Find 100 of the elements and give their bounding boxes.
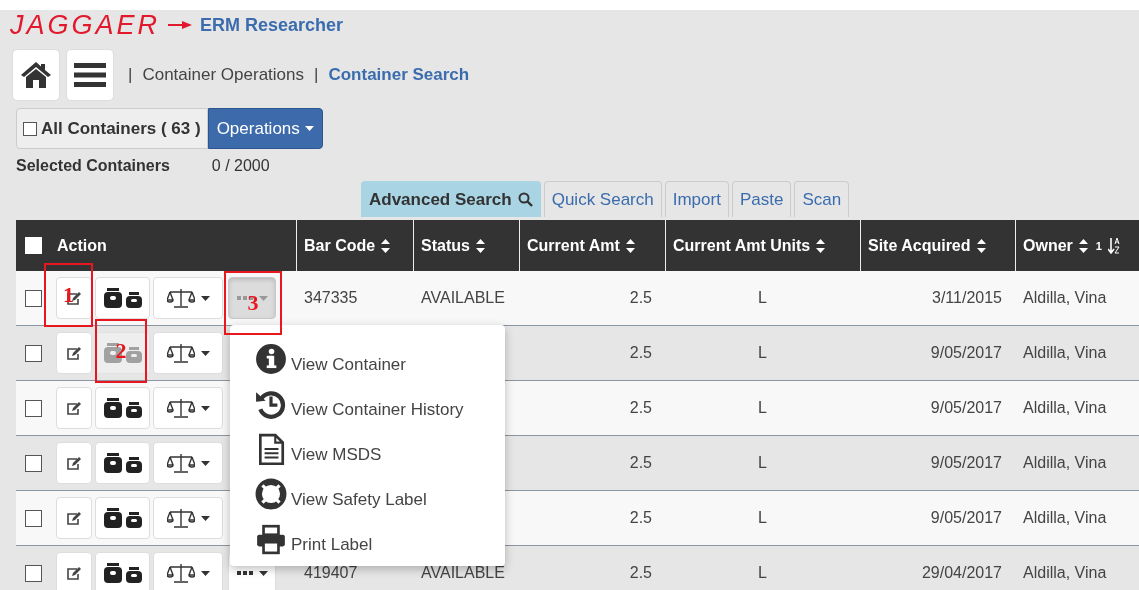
column-header[interactable]: Current Amt Units [673,236,811,255]
table-cell: 9/05/2017 [930,509,1002,527]
caret-icon [304,126,314,131]
table-cell: L [758,399,767,417]
edit-button[interactable] [56,332,92,374]
row-checkbox[interactable] [24,399,42,417]
caret-icon [200,350,210,356]
scale-icon [166,288,195,308]
table-cell: Aldilla, Vina [1023,344,1107,362]
search-icon [517,192,533,207]
column-header[interactable]: Status [421,236,470,255]
table-cell: L [758,454,767,472]
containers-icon [102,453,143,473]
column-header[interactable]: Current Amt [527,236,620,255]
table-cell: L [758,564,767,582]
caret-icon [200,295,210,301]
weigh-dropdown[interactable] [153,387,223,429]
containers-icon [102,563,143,583]
containers-button[interactable] [95,442,150,484]
arrow-icon [168,20,193,30]
table-cell: 9/05/2017 [930,344,1002,362]
table-cell: Aldilla, Vina [1023,399,1107,417]
operations-button[interactable]: Operations [207,108,323,149]
table-cell: 2.5 [629,454,652,472]
weigh-dropdown[interactable] [153,442,223,484]
callout-marker: 2 [95,319,147,383]
callout-marker: 3 [224,271,282,335]
home-icon [20,61,52,89]
search-tab[interactable]: Import [664,181,729,217]
edit-button[interactable] [56,552,92,590]
scale-icon [166,563,195,583]
breadcrumb-link[interactable]: Container Search [328,65,470,85]
caret-icon [200,570,210,576]
printer-icon [255,523,287,555]
history-icon [255,388,287,420]
table-cell: AVAILABLE [421,564,505,582]
column-header[interactable]: Owner [1023,236,1073,255]
weigh-dropdown[interactable] [153,332,223,374]
home-button[interactable] [12,49,60,101]
menu-icon [74,62,106,88]
containers-button[interactable] [95,277,150,319]
search-tab[interactable]: Scan [794,181,850,217]
menu-item[interactable]: View MSDS [230,423,505,468]
table-cell: 2.5 [629,344,652,362]
caret-icon [258,570,268,576]
all-containers-checkbox[interactable]: All Containers ( 63 ) [16,108,208,149]
table-cell: 347335 [304,289,358,307]
table-cell: AVAILABLE [421,289,505,307]
table-cell: L [758,509,767,527]
row-checkbox[interactable] [24,289,42,307]
scale-icon [166,453,195,473]
edit-icon [66,455,82,471]
edit-icon [66,510,82,526]
weigh-dropdown[interactable] [153,552,223,590]
menu-item[interactable]: View Safety Label [230,468,505,513]
sort-az-icon [1107,236,1120,255]
column-header[interactable]: Bar Code [304,236,376,255]
row-checkbox[interactable] [24,509,42,527]
breadcrumb-separator: | [314,65,319,85]
column-header[interactable]: Site Acquired [868,236,971,255]
search-tab[interactable]: Advanced Search [361,181,541,217]
row-checkbox[interactable] [24,344,42,362]
containers-icon [102,398,143,418]
table-cell: L [758,344,767,362]
row-checkbox[interactable] [24,564,42,582]
scale-icon [166,398,195,418]
edit-icon [66,565,82,581]
edit-button[interactable] [56,387,92,429]
row-checkbox[interactable] [24,454,42,472]
table-cell: Aldilla, Vina [1023,289,1107,307]
select-all-checkbox[interactable] [24,237,42,254]
search-tab[interactable]: Quick Search [543,181,662,217]
selected-count: 0 / 2000 [211,157,270,175]
lifebuoy-icon [255,478,287,510]
table-cell: 3/11/2015 [932,289,1002,307]
containers-button[interactable] [95,387,150,429]
search-tab[interactable]: Paste [731,181,792,217]
edit-button[interactable] [56,442,92,484]
scale-icon [166,343,195,363]
menu-item[interactable]: Print Label [230,513,505,558]
menu-button[interactable] [66,49,114,101]
table-cell: L [758,289,767,307]
containers-icon [102,508,143,528]
table-cell: Aldilla, Vina [1023,454,1107,472]
table-cell: 9/05/2017 [930,454,1002,472]
table-cell: 9/05/2017 [930,399,1002,417]
weigh-dropdown[interactable] [153,497,223,539]
column-header[interactable]: Action [57,236,107,255]
caret-icon [200,405,210,411]
containers-button[interactable] [95,552,150,590]
menu-item[interactable]: View Container [230,333,505,378]
containers-icon [102,288,143,308]
weigh-dropdown[interactable] [153,277,223,319]
containers-icon [102,343,143,363]
breadcrumb-link[interactable]: Container Operations [142,65,304,85]
menu-item[interactable]: View Container History [230,378,505,423]
containers-button[interactable] [95,497,150,539]
edit-button[interactable] [56,497,92,539]
caret-icon [200,460,210,466]
caret-icon [258,295,268,301]
